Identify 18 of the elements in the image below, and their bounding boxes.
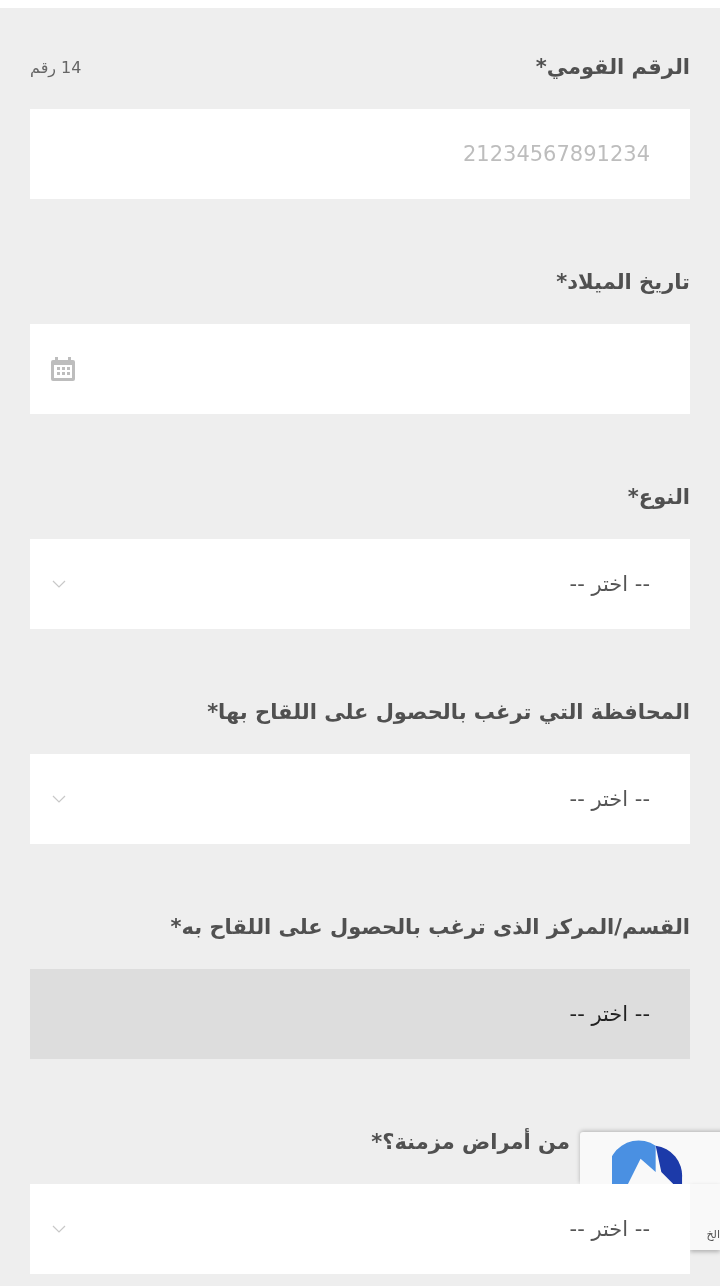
- badge-text: الخ: [690, 1184, 720, 1250]
- select-field[interactable]: -- اختر --: [30, 1184, 690, 1274]
- field-hint: 14 رقم: [30, 57, 82, 77]
- field-label: القسم/المركز الذى ترغب بالحصول على اللقاح به*: [170, 915, 690, 939]
- chevron-down-icon: [52, 795, 66, 803]
- select-field[interactable]: -- اختر --: [30, 539, 690, 629]
- chevron-down-icon: [52, 1225, 66, 1233]
- date-field[interactable]: [30, 324, 690, 414]
- input-field[interactable]: 21234567891234: [30, 109, 690, 199]
- field-label: النوع*: [627, 485, 690, 509]
- captcha-badge[interactable]: [580, 1132, 720, 1184]
- field-label: من أمراض مزمنة؟*: [371, 1130, 570, 1154]
- field-label: تاريخ الميلاد*: [556, 270, 690, 294]
- select-field[interactable]: -- اختر --: [30, 754, 690, 844]
- field-label: المحافظة التي ترغب بالحصول على اللقاح بها*: [207, 700, 690, 724]
- calendar-icon: [50, 355, 76, 383]
- field-label: الرقم القومي*: [535, 55, 690, 79]
- chevron-down-icon: [52, 580, 66, 588]
